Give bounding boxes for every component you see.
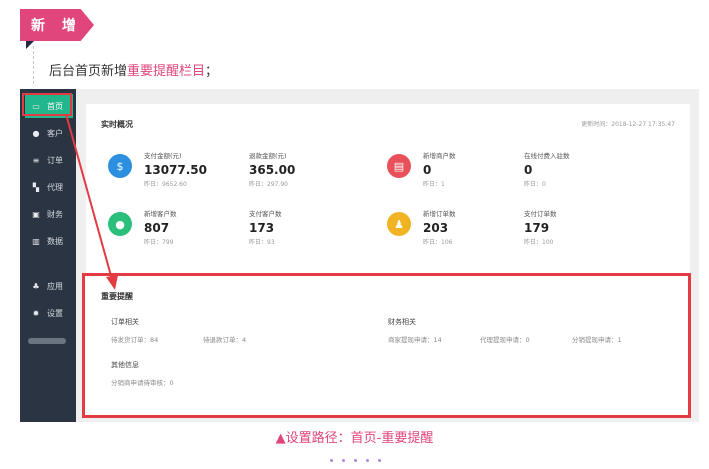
decorative-dots [330, 459, 381, 462]
caption: ▲设置路径：首页-重要提醒 [275, 431, 434, 446]
dot [342, 459, 345, 462]
article-canvas: 新 增 后台首页新增重要提醒栏目； ▭ 首页 ● 客户 ≡ 订单 ▚ 代理 ▣ 财务 ▥ 数… [0, 0, 709, 469]
dot [354, 459, 357, 462]
pointer-arrow [65, 113, 118, 290]
dot [330, 459, 333, 462]
dot [366, 459, 369, 462]
dot [378, 459, 381, 462]
